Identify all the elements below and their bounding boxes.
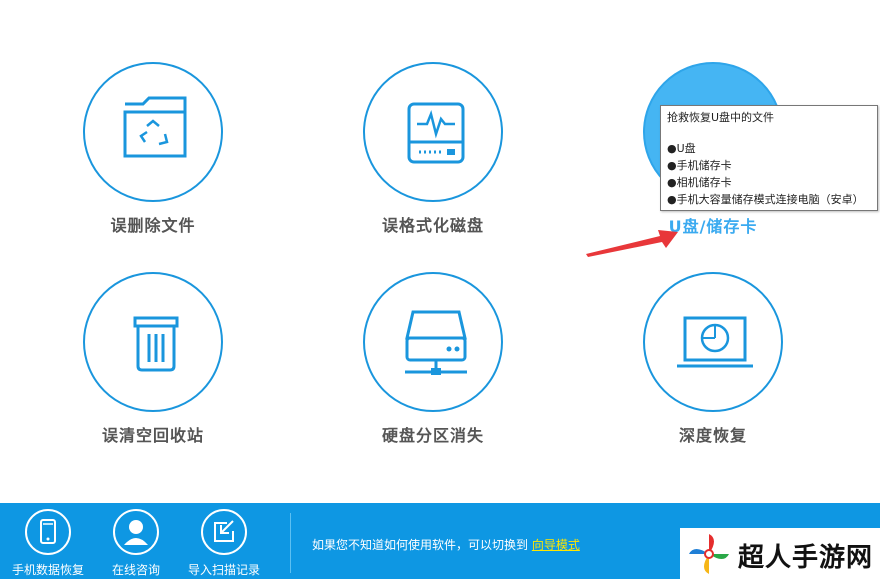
online-consult-label: 在线咨询 xyxy=(111,563,160,577)
red-arrow-icon xyxy=(586,230,678,257)
laptop-scan-icon xyxy=(677,316,753,368)
tooltip-item: ●手机储存卡 xyxy=(667,159,732,172)
guide-mode-link[interactable]: 向导模式 xyxy=(532,538,580,552)
folder-recycle-icon xyxy=(123,96,187,158)
disk-waveform-icon xyxy=(407,102,465,164)
phone-recovery-label: 手机数据恢复 xyxy=(11,563,84,577)
tile-partition-lost[interactable] xyxy=(363,272,503,412)
tile-label-formatted-disk[interactable]: 误格式化磁盘 xyxy=(333,212,533,236)
tile-emptied-recycle-bin[interactable] xyxy=(83,272,223,412)
pinwheel-logo-icon xyxy=(689,534,729,574)
user-support-icon xyxy=(113,509,159,555)
tile-label-partition-lost[interactable]: 硬盘分区消失 xyxy=(333,422,533,446)
tile-label-emptied-recycle-bin[interactable]: 误清空回收站 xyxy=(53,422,253,446)
guide-hint: 如果您不知道如何使用软件，可以切换到 向导模式 xyxy=(312,536,580,553)
guide-hint-text: 如果您不知道如何使用软件，可以切换到 xyxy=(312,538,529,552)
tooltip-title: 抢救恢复U盘中的文件 xyxy=(667,111,775,124)
phone-icon xyxy=(25,509,71,555)
phone-recovery-button[interactable]: 手机数据恢复 xyxy=(8,509,88,578)
tile-formatted-disk[interactable] xyxy=(363,62,503,202)
watermark-text: 超人手游网 xyxy=(738,543,874,573)
usb-card-tooltip: 抢救恢复U盘中的文件 ●U盘 ●手机储存卡 ●相机储存卡 ●手机大容量储存模式连… xyxy=(660,105,878,211)
tile-deleted-files[interactable] xyxy=(83,62,223,202)
tooltip-item: ●U盘 xyxy=(667,142,696,155)
trash-bin-icon xyxy=(133,316,179,372)
import-scan-record-button[interactable]: 导入扫描记录 xyxy=(184,509,264,578)
import-icon xyxy=(201,509,247,555)
tooltip-item: ●相机储存卡 xyxy=(667,176,732,189)
hard-drive-icon xyxy=(405,310,467,375)
tile-deep-recovery[interactable] xyxy=(643,272,783,412)
tooltip-item: ●手机大容量储存模式连接电脑（安卓） xyxy=(667,193,864,206)
footer-divider xyxy=(290,513,291,573)
online-consult-button[interactable]: 在线咨询 xyxy=(96,509,176,578)
watermark-brand: 超人手游网 xyxy=(680,528,880,579)
tile-label-deleted-files[interactable]: 误删除文件 xyxy=(53,212,253,236)
import-scan-record-label: 导入扫描记录 xyxy=(187,563,260,577)
tile-label-deep-recovery[interactable]: 深度恢复 xyxy=(613,422,813,446)
